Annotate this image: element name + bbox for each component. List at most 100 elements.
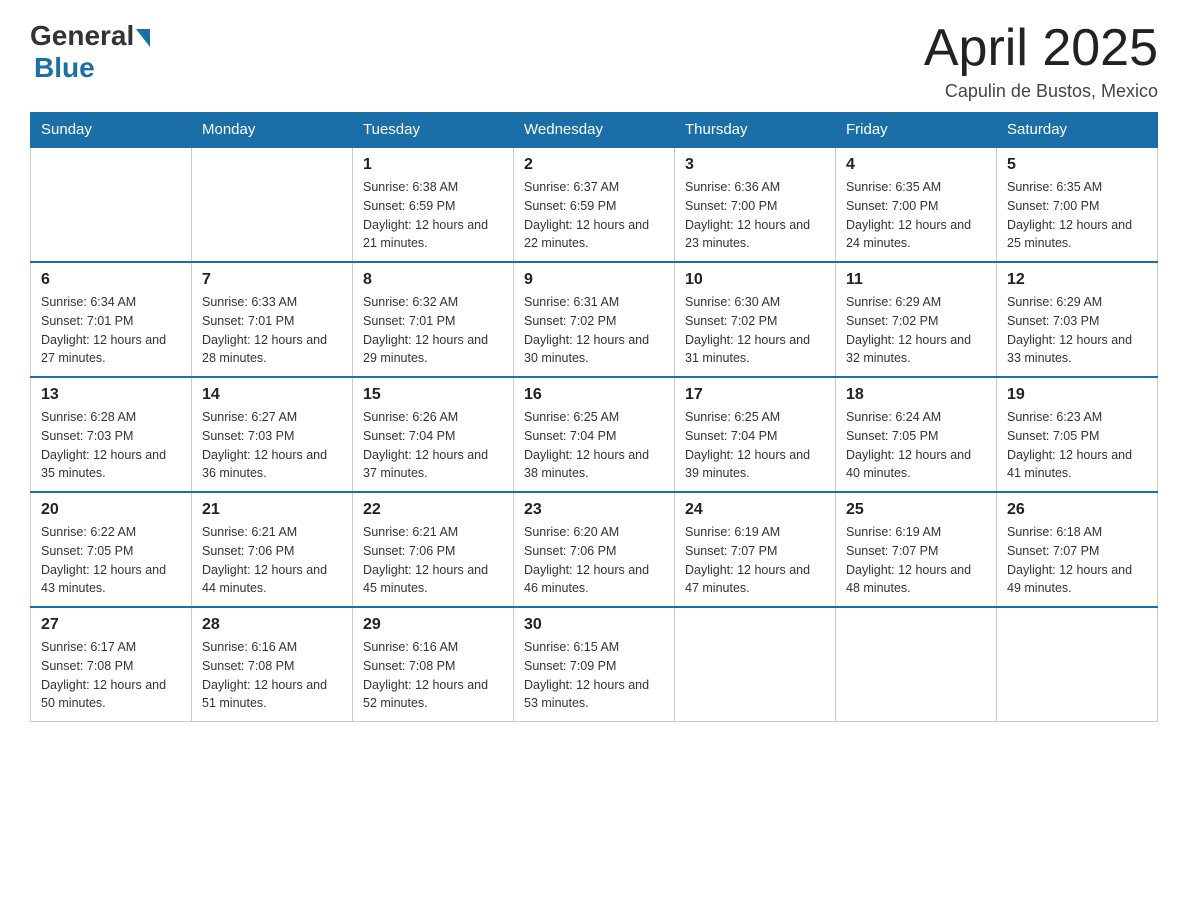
calendar-header-tuesday: Tuesday (353, 113, 514, 148)
day-info: Sunrise: 6:16 AM Sunset: 7:08 PM Dayligh… (202, 638, 342, 713)
day-number: 12 (1007, 271, 1147, 289)
calendar-cell: 11Sunrise: 6:29 AM Sunset: 7:02 PM Dayli… (836, 262, 997, 377)
calendar-header-row: SundayMondayTuesdayWednesdayThursdayFrid… (31, 113, 1158, 148)
calendar-week-row: 6 Sunrise: 6:34 AM Sunset: 7:01 PM Daylig… (31, 262, 1158, 377)
calendar-cell: 21 Sunrise: 6:21 AM Sunset: 7:06 PM Dayli… (192, 492, 353, 607)
calendar-table: SundayMondayTuesdayWednesdayThursdayFrid… (30, 112, 1158, 722)
day-number: 17 (685, 386, 825, 404)
day-info: Sunrise: 6:29 AM Sunset: 7:03 PM Dayligh… (1007, 293, 1147, 368)
calendar-header-thursday: Thursday (675, 113, 836, 148)
day-info: Sunrise: 6:25 AM Sunset: 7:04 PM Dayligh… (524, 408, 664, 483)
calendar-cell: 24Sunrise: 6:19 AM Sunset: 7:07 PM Dayli… (675, 492, 836, 607)
calendar-week-row: 1Sunrise: 6:38 AM Sunset: 6:59 PM Daylig… (31, 147, 1158, 262)
calendar-cell: 26 Sunrise: 6:18 AM Sunset: 7:07 PM Dayli… (997, 492, 1158, 607)
day-number: 13 (41, 386, 181, 404)
day-info: Sunrise: 6:31 AM Sunset: 7:02 PM Dayligh… (524, 293, 664, 368)
calendar-cell: 22 Sunrise: 6:21 AM Sunset: 7:06 PM Dayli… (353, 492, 514, 607)
calendar-cell: 18 Sunrise: 6:24 AM Sunset: 7:05 PM Dayli… (836, 377, 997, 492)
calendar-cell: 4Sunrise: 6:35 AM Sunset: 7:00 PM Daylig… (836, 147, 997, 262)
day-number: 23 (524, 501, 664, 519)
day-info: Sunrise: 6:21 AM Sunset: 7:06 PM Dayligh… (202, 523, 342, 598)
day-info: Sunrise: 6:17 AM Sunset: 7:08 PM Dayligh… (41, 638, 181, 713)
calendar-cell: 16Sunrise: 6:25 AM Sunset: 7:04 PM Dayli… (514, 377, 675, 492)
calendar-cell: 30Sunrise: 6:15 AM Sunset: 7:09 PM Dayli… (514, 607, 675, 722)
calendar-cell: 17 Sunrise: 6:25 AM Sunset: 7:04 PM Dayli… (675, 377, 836, 492)
day-info: Sunrise: 6:25 AM Sunset: 7:04 PM Dayligh… (685, 408, 825, 483)
day-info: Sunrise: 6:22 AM Sunset: 7:05 PM Dayligh… (41, 523, 181, 598)
day-info: Sunrise: 6:20 AM Sunset: 7:06 PM Dayligh… (524, 523, 664, 598)
day-number: 25 (846, 501, 986, 519)
calendar-cell: 9 Sunrise: 6:31 AM Sunset: 7:02 PM Daylig… (514, 262, 675, 377)
calendar-header-friday: Friday (836, 113, 997, 148)
day-info: Sunrise: 6:21 AM Sunset: 7:06 PM Dayligh… (363, 523, 503, 598)
day-number: 11 (846, 271, 986, 289)
calendar-header-monday: Monday (192, 113, 353, 148)
calendar-cell: 1Sunrise: 6:38 AM Sunset: 6:59 PM Daylig… (353, 147, 514, 262)
day-info: Sunrise: 6:27 AM Sunset: 7:03 PM Dayligh… (202, 408, 342, 483)
day-info: Sunrise: 6:37 AM Sunset: 6:59 PM Dayligh… (524, 178, 664, 253)
day-number: 3 (685, 156, 825, 174)
day-info: Sunrise: 6:19 AM Sunset: 7:07 PM Dayligh… (685, 523, 825, 598)
calendar-cell: 10 Sunrise: 6:30 AM Sunset: 7:02 PM Dayli… (675, 262, 836, 377)
calendar-week-row: 13 Sunrise: 6:28 AM Sunset: 7:03 PM Dayli… (31, 377, 1158, 492)
day-number: 8 (363, 271, 503, 289)
calendar-cell: 8 Sunrise: 6:32 AM Sunset: 7:01 PM Daylig… (353, 262, 514, 377)
logo-blue-text: Blue (34, 52, 95, 84)
location-text: Capulin de Bustos, Mexico (924, 81, 1158, 102)
calendar-cell: 2 Sunrise: 6:37 AM Sunset: 6:59 PM Daylig… (514, 147, 675, 262)
day-info: Sunrise: 6:35 AM Sunset: 7:00 PM Dayligh… (1007, 178, 1147, 253)
day-number: 7 (202, 271, 342, 289)
calendar-cell (31, 147, 192, 262)
day-number: 9 (524, 271, 664, 289)
calendar-cell: 7Sunrise: 6:33 AM Sunset: 7:01 PM Daylig… (192, 262, 353, 377)
day-number: 2 (524, 156, 664, 174)
logo-triangle-icon (136, 29, 150, 47)
day-info: Sunrise: 6:19 AM Sunset: 7:07 PM Dayligh… (846, 523, 986, 598)
calendar-cell: 23 Sunrise: 6:20 AM Sunset: 7:06 PM Dayli… (514, 492, 675, 607)
calendar-header-saturday: Saturday (997, 113, 1158, 148)
day-info: Sunrise: 6:26 AM Sunset: 7:04 PM Dayligh… (363, 408, 503, 483)
calendar-cell: 27Sunrise: 6:17 AM Sunset: 7:08 PM Dayli… (31, 607, 192, 722)
logo-general-text: General (30, 20, 134, 52)
day-number: 20 (41, 501, 181, 519)
day-number: 28 (202, 616, 342, 634)
calendar-cell (675, 607, 836, 722)
day-info: Sunrise: 6:24 AM Sunset: 7:05 PM Dayligh… (846, 408, 986, 483)
day-number: 29 (363, 616, 503, 634)
calendar-cell: 20 Sunrise: 6:22 AM Sunset: 7:05 PM Dayli… (31, 492, 192, 607)
month-title: April 2025 (924, 20, 1158, 77)
calendar-cell: 13 Sunrise: 6:28 AM Sunset: 7:03 PM Dayli… (31, 377, 192, 492)
day-info: Sunrise: 6:38 AM Sunset: 6:59 PM Dayligh… (363, 178, 503, 253)
day-info: Sunrise: 6:36 AM Sunset: 7:00 PM Dayligh… (685, 178, 825, 253)
day-number: 26 (1007, 501, 1147, 519)
calendar-cell: 6 Sunrise: 6:34 AM Sunset: 7:01 PM Daylig… (31, 262, 192, 377)
calendar-cell (836, 607, 997, 722)
day-info: Sunrise: 6:30 AM Sunset: 7:02 PM Dayligh… (685, 293, 825, 368)
calendar-cell: 3 Sunrise: 6:36 AM Sunset: 7:00 PM Daylig… (675, 147, 836, 262)
day-info: Sunrise: 6:23 AM Sunset: 7:05 PM Dayligh… (1007, 408, 1147, 483)
page-header: General Blue April 2025 Capulin de Busto… (30, 20, 1158, 102)
day-info: Sunrise: 6:34 AM Sunset: 7:01 PM Dayligh… (41, 293, 181, 368)
day-info: Sunrise: 6:15 AM Sunset: 7:09 PM Dayligh… (524, 638, 664, 713)
day-info: Sunrise: 6:35 AM Sunset: 7:00 PM Dayligh… (846, 178, 986, 253)
day-info: Sunrise: 6:16 AM Sunset: 7:08 PM Dayligh… (363, 638, 503, 713)
calendar-cell: 14 Sunrise: 6:27 AM Sunset: 7:03 PM Dayli… (192, 377, 353, 492)
day-info: Sunrise: 6:32 AM Sunset: 7:01 PM Dayligh… (363, 293, 503, 368)
calendar-cell: 28 Sunrise: 6:16 AM Sunset: 7:08 PM Dayli… (192, 607, 353, 722)
calendar-cell: 12 Sunrise: 6:29 AM Sunset: 7:03 PM Dayli… (997, 262, 1158, 377)
day-number: 21 (202, 501, 342, 519)
day-number: 6 (41, 271, 181, 289)
day-number: 15 (363, 386, 503, 404)
day-info: Sunrise: 6:18 AM Sunset: 7:07 PM Dayligh… (1007, 523, 1147, 598)
calendar-cell (192, 147, 353, 262)
calendar-week-row: 27Sunrise: 6:17 AM Sunset: 7:08 PM Dayli… (31, 607, 1158, 722)
day-number: 18 (846, 386, 986, 404)
calendar-cell: 15 Sunrise: 6:26 AM Sunset: 7:04 PM Dayli… (353, 377, 514, 492)
day-number: 22 (363, 501, 503, 519)
day-number: 10 (685, 271, 825, 289)
calendar-cell: 29 Sunrise: 6:16 AM Sunset: 7:08 PM Dayli… (353, 607, 514, 722)
day-info: Sunrise: 6:28 AM Sunset: 7:03 PM Dayligh… (41, 408, 181, 483)
calendar-cell: 5Sunrise: 6:35 AM Sunset: 7:00 PM Daylig… (997, 147, 1158, 262)
day-number: 14 (202, 386, 342, 404)
calendar-week-row: 20 Sunrise: 6:22 AM Sunset: 7:05 PM Dayli… (31, 492, 1158, 607)
